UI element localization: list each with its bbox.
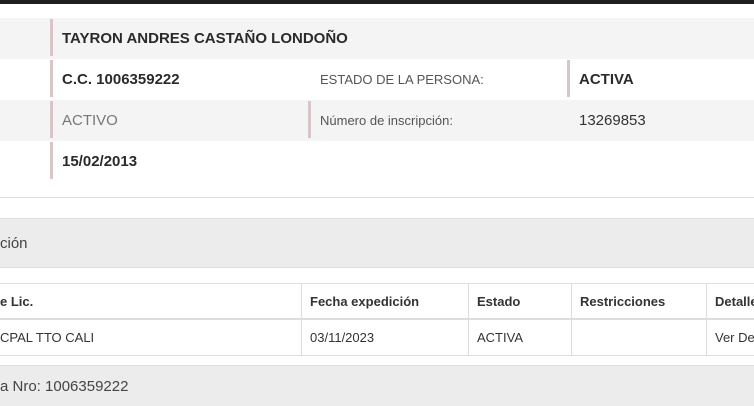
footer-section-title: a Nro: 1006359222 [0,377,129,395]
header-restricciones: Restricciones [580,293,666,309]
accent-bar [50,142,53,179]
info-row-date: 15/02/2013 [0,141,754,182]
header-licencia: e Lic. [0,293,34,309]
accent-bar [50,60,53,97]
header-estado: Estado [477,293,521,309]
person-document: C.C. 1006359222 [62,71,180,88]
top-bar [0,0,754,4]
cell-restricciones [571,320,706,355]
estado-persona-value: ACTIVA [579,71,634,88]
estado-persona-label: ESTADO DE LA PERSONA: [320,72,484,87]
header-detalle: Detalle [715,293,754,309]
table-row: CPAL TTO CALI 03/11/2023 ACTIVA Ver De [0,320,754,356]
licenses-table: e Lic. Fecha expedición Estado Restricci… [0,283,754,356]
person-full-name: TAYRON ANDRES CASTAÑO LONDOÑO [62,30,348,47]
accent-bar [50,19,53,56]
info-row-document: C.C. 1006359222 ESTADO DE LA PERSONA: AC… [0,59,754,100]
cell-estado: ACTIVA [477,330,523,345]
person-date: 15/02/2013 [62,153,138,170]
accent-bar [50,101,53,138]
header-fecha-expedicion: Fecha expedición [310,293,420,309]
info-row-status: ACTIVO Número de inscripción: 13269853 [0,100,754,141]
accent-bar [308,101,311,138]
table-header-row: e Lic. Fecha expedición Estado Restricci… [0,283,754,320]
section-header-footer[interactable]: a Nro: 1006359222 [0,365,754,406]
inscripcion-label: Número de inscripción: [320,113,453,128]
person-status: ACTIVO [62,112,118,129]
cell-licencia: CPAL TTO CALI [0,330,95,345]
ver-detalle-link[interactable]: Ver De [706,320,754,355]
section-header-licencias[interactable]: ción [0,218,754,268]
accent-bar [567,60,570,97]
divider [0,197,754,198]
info-row-name: TAYRON ANDRES CASTAÑO LONDOÑO [0,18,754,59]
section-title: ción [0,234,28,252]
inscripcion-value: 13269853 [579,112,646,129]
cell-fecha-expedicion: 03/11/2023 [310,330,375,345]
